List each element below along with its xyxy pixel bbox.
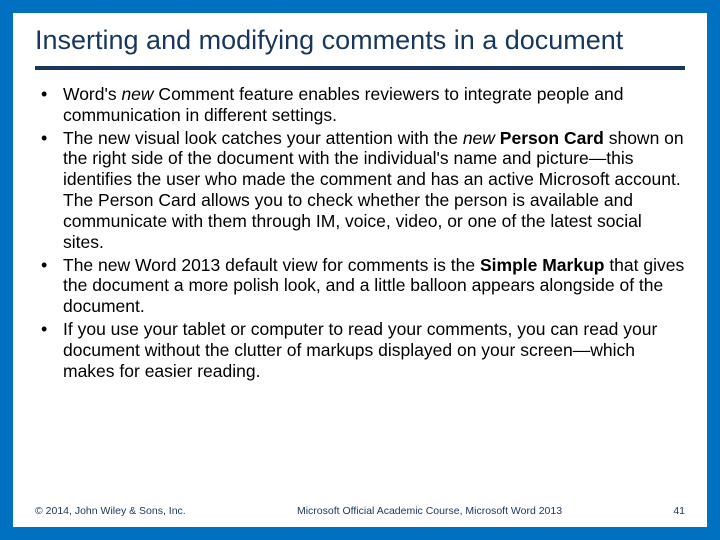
body-text: Word's new Comment feature enables revie… — [35, 84, 685, 381]
footer-copyright: © 2014, John Wiley & Sons, Inc. — [35, 505, 186, 517]
slide-frame: Inserting and modifying comments in a do… — [0, 0, 720, 540]
bullet-item: If you use your tablet or computer to re… — [35, 319, 685, 381]
bullet-item: The new visual look catches your attenti… — [35, 128, 685, 253]
slide-inner: Inserting and modifying comments in a do… — [13, 13, 707, 527]
footer-course: Microsoft Official Academic Course, Micr… — [186, 505, 674, 517]
bullet-text: Word's — [63, 84, 121, 104]
title-rule — [35, 66, 685, 70]
slide-footer: © 2014, John Wiley & Sons, Inc. Microsof… — [35, 505, 685, 517]
slide-title: Inserting and modifying comments in a do… — [35, 25, 685, 62]
bullet-item: Word's new Comment feature enables revie… — [35, 84, 685, 126]
bullet-emph: new — [463, 128, 495, 148]
bullet-text: If you use your tablet or computer to re… — [63, 319, 657, 381]
bullet-text: The new Word 2013 default view for comme… — [63, 255, 480, 275]
bullet-emph: new — [121, 84, 153, 104]
bullet-text: The new visual look catches your attenti… — [63, 128, 463, 148]
bullet-list: Word's new Comment feature enables revie… — [35, 84, 685, 381]
footer-page-number: 41 — [673, 505, 685, 517]
bullet-item: The new Word 2013 default view for comme… — [35, 255, 685, 317]
bullet-bold: Simple Markup — [480, 255, 604, 275]
bullet-bold: Person Card — [500, 128, 604, 148]
